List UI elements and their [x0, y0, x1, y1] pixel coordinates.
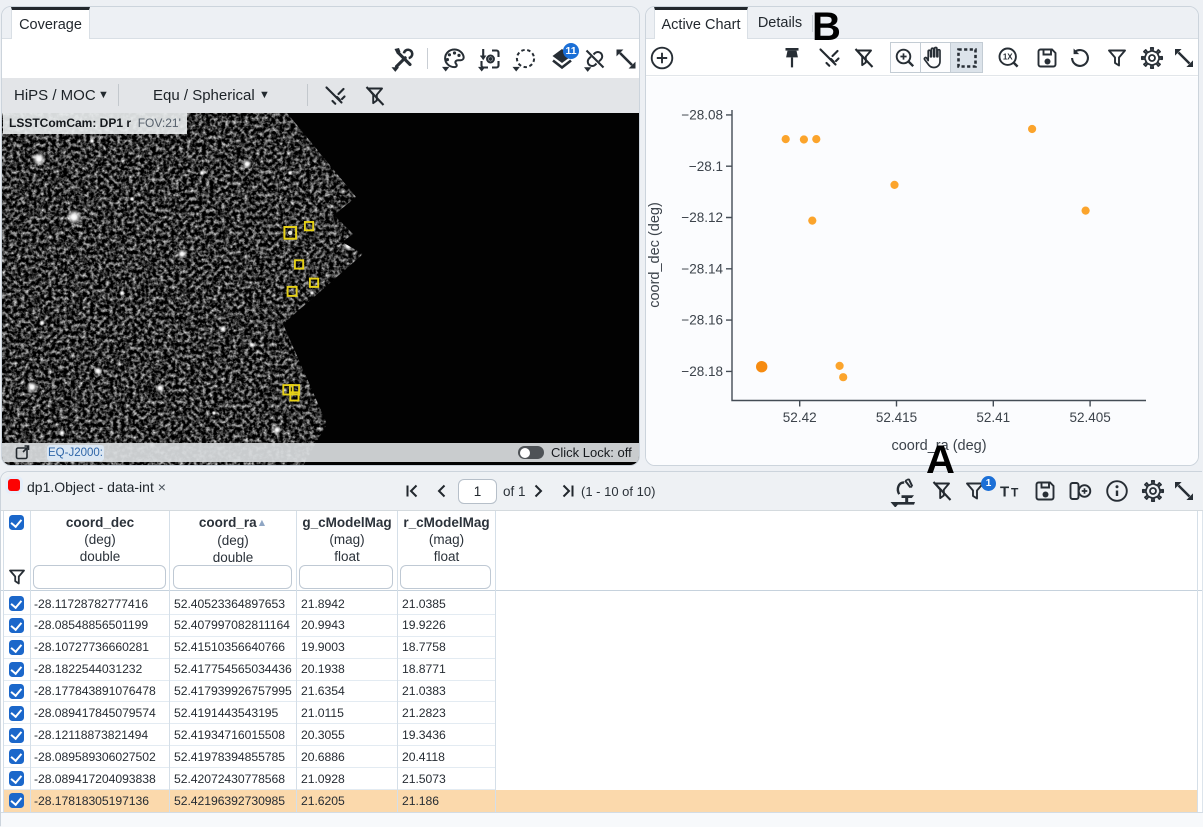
svg-text:−28.1: −28.1 [689, 159, 723, 174]
svg-text:52.415: 52.415 [876, 410, 917, 425]
svg-text:T: T [1011, 486, 1019, 500]
svg-text:52.41: 52.41 [976, 410, 1010, 425]
svg-text:−28.08: −28.08 [681, 108, 723, 123]
svg-text:T: T [1000, 484, 1009, 501]
svg-text:coord_dec (deg): coord_dec (deg) [647, 202, 663, 308]
svg-text:−28.12: −28.12 [681, 210, 723, 225]
svg-text:−28.14: −28.14 [681, 261, 723, 276]
svg-text:1X: 1X [1003, 53, 1013, 62]
svg-text:52.405: 52.405 [1069, 410, 1110, 425]
svg-text:−28.18: −28.18 [681, 364, 723, 379]
svg-text:−28.16: −28.16 [681, 313, 723, 328]
svg-text:52.42: 52.42 [783, 410, 817, 425]
